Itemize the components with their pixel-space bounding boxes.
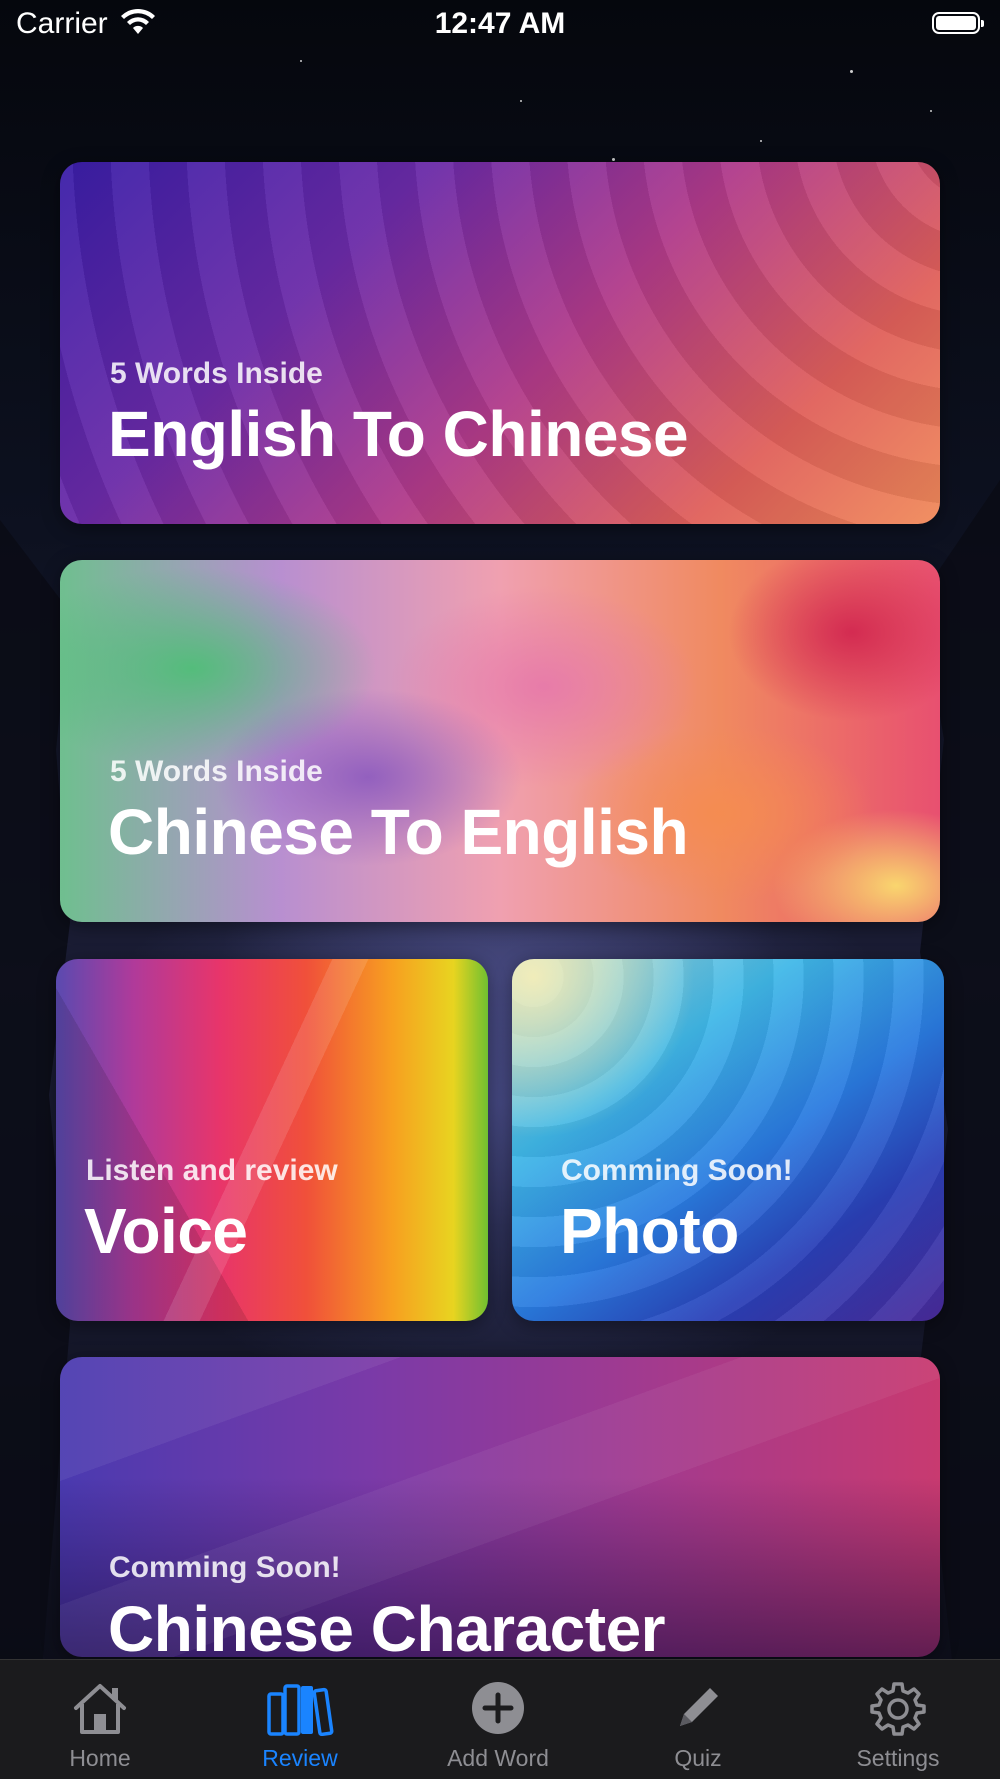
card-subtitle: 5 Words Inside bbox=[110, 357, 323, 390]
status-time: 12:47 AM bbox=[434, 7, 566, 40]
battery-icon bbox=[932, 12, 984, 34]
tab-label: Add Word bbox=[447, 1745, 549, 1771]
tab-home[interactable]: Home bbox=[25, 1660, 175, 1779]
tab-add-word[interactable]: Add Word bbox=[423, 1660, 573, 1779]
card-title: Voice bbox=[84, 1195, 248, 1267]
tab-settings[interactable]: Settings bbox=[823, 1660, 973, 1779]
house-icon bbox=[74, 1684, 126, 1734]
card-title: Photo bbox=[560, 1195, 739, 1267]
tab-label: Settings bbox=[856, 1745, 940, 1771]
english-to-chinese-card[interactable]: 5 Words Inside English To Chinese bbox=[60, 162, 940, 524]
card-title: English To Chinese bbox=[108, 398, 689, 470]
voice-card[interactable]: Listen and review Voice bbox=[56, 959, 488, 1321]
pencil-icon bbox=[680, 1688, 718, 1726]
card-subtitle: 5 Words Inside bbox=[110, 755, 323, 788]
chinese-to-english-card[interactable]: 5 Words Inside Chinese To English bbox=[60, 560, 940, 922]
tab-label: Home bbox=[69, 1745, 131, 1771]
card-title: Chinese Character bbox=[108, 1593, 666, 1657]
chinese-character-card[interactable]: Comming Soon! Chinese Character bbox=[60, 1357, 940, 1657]
status-bar: Carrier 12:47 AM bbox=[0, 0, 1000, 50]
card-subtitle: Comming Soon! bbox=[109, 1551, 341, 1584]
books-icon bbox=[267, 1684, 334, 1736]
tab-bar: Home Review Add Word Quiz Settings bbox=[0, 1659, 1000, 1779]
photo-card[interactable]: Comming Soon! Photo bbox=[512, 959, 944, 1321]
tab-review[interactable]: Review bbox=[225, 1660, 375, 1779]
gear-icon bbox=[870, 1682, 926, 1736]
card-title: Chinese To English bbox=[108, 796, 689, 868]
card-subtitle: Listen and review bbox=[86, 1154, 338, 1187]
tab-label: Quiz bbox=[674, 1745, 722, 1771]
card-subtitle: Comming Soon! bbox=[561, 1154, 793, 1187]
tab-quiz[interactable]: Quiz bbox=[623, 1660, 773, 1779]
plus-circle-icon bbox=[472, 1682, 524, 1734]
tab-label: Review bbox=[262, 1745, 338, 1771]
